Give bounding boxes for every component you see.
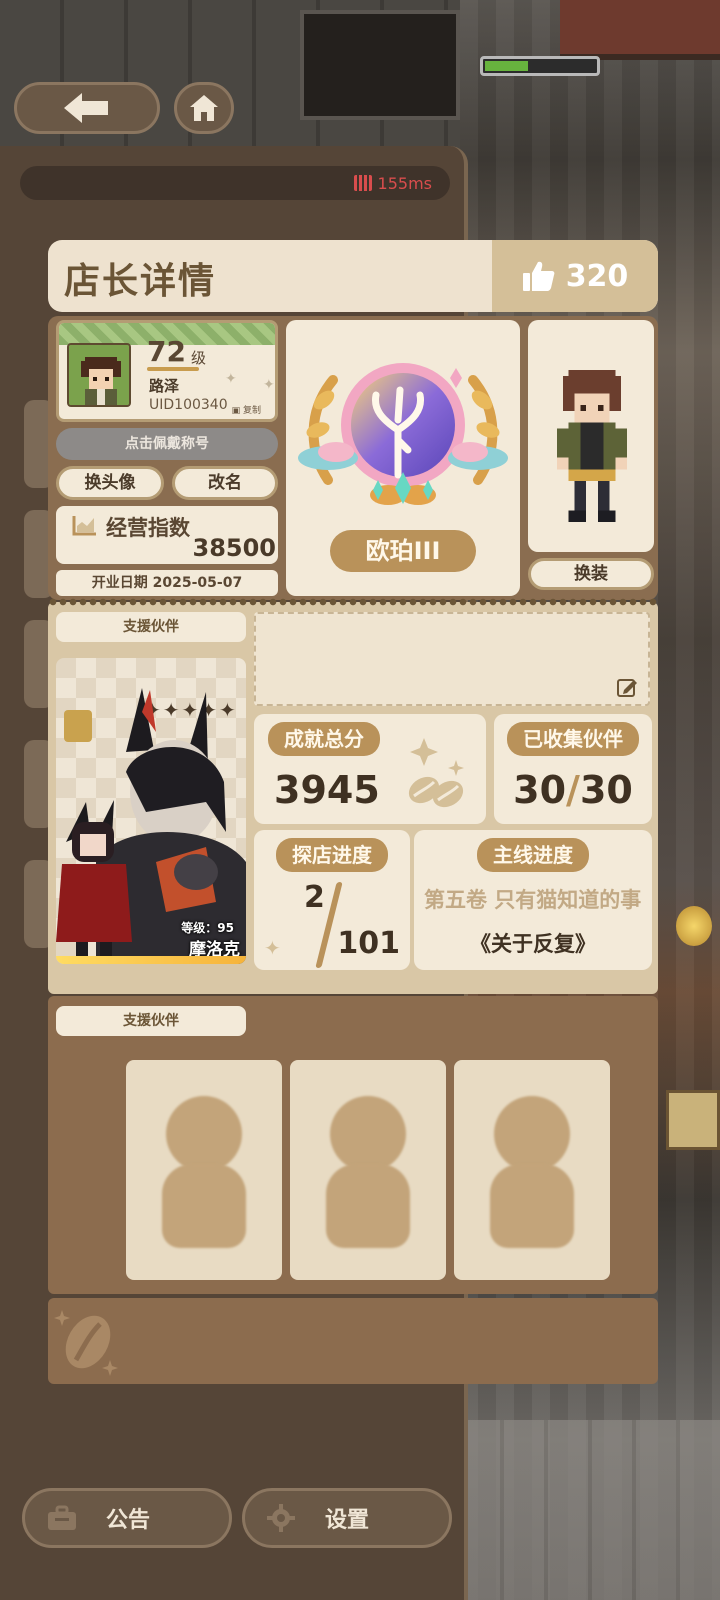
partner-level: 等级：95 <box>181 921 234 935</box>
collected-label: 已收集伙伴 <box>507 722 639 756</box>
player-level: 72 <box>147 335 186 368</box>
support-slot-empty[interactable] <box>290 1060 446 1280</box>
home-button[interactable] <box>174 82 234 134</box>
shop-owner-detail-card: 店长详情 320 72 级 路泽 UID100340 ▣ 复制 ✦ ✦ 点击佩戴… <box>48 240 658 1406</box>
support-partner-label: 支援伙伴 <box>56 1006 246 1036</box>
scene-window <box>300 10 460 120</box>
sparkle-icon: ✦ <box>263 377 275 393</box>
rename-button[interactable]: 改名 <box>172 466 278 500</box>
explore-total: 101 <box>337 926 400 961</box>
rank-badge-panel[interactable]: 欧珀III <box>286 320 520 596</box>
sparkle-icon: ✦ <box>225 371 237 387</box>
opal-rank-emblem-icon <box>298 363 508 505</box>
signal-icon <box>353 175 372 191</box>
support-partner-label: 支援伙伴 <box>56 612 246 642</box>
business-index-value: 38500 <box>192 534 277 562</box>
copy-uid-button[interactable]: ▣ 复制 <box>232 403 261 416</box>
support-slot-empty[interactable] <box>454 1060 610 1280</box>
profile-info-box: 72 级 路泽 UID100340 ▣ 复制 ✦ ✦ <box>56 320 278 422</box>
page-title: 店长详情 <box>64 261 217 302</box>
ping-text: 155ms <box>377 173 432 193</box>
profile-section: 72 级 路泽 UID100340 ▣ 复制 ✦ ✦ 点击佩戴称号 换头像 改名… <box>48 316 658 600</box>
main-story-title: 《关于反复》 <box>470 932 596 956</box>
notice-button[interactable]: 公告 <box>22 1488 232 1548</box>
player-uid: UID100340 <box>149 397 228 413</box>
main-story-label: 主线进度 <box>477 838 589 872</box>
support-slot-empty[interactable] <box>126 1060 282 1280</box>
main-story-chapter: 第五卷 只有猫知道的事 <box>424 888 642 912</box>
bottom-strip <box>48 1298 658 1384</box>
scene-lamp <box>676 906 712 946</box>
chart-icon <box>72 516 96 536</box>
scene-floor-tiles <box>460 1420 720 1600</box>
collected-partners: 已收集伙伴 30/30 <box>494 714 652 824</box>
change-outfit-button[interactable]: 换装 <box>528 558 654 590</box>
change-avatar-button[interactable]: 换头像 <box>56 466 164 500</box>
collected-total: 30 <box>579 768 633 812</box>
arrow-left-icon <box>64 93 108 123</box>
detail-header: 店长详情 320 <box>48 240 658 312</box>
explore-current: 2 <box>304 880 325 915</box>
explore-progress: 探店进度 2 101 ✦ <box>254 830 410 970</box>
coffee-bean-icon <box>54 1310 118 1376</box>
gear-icon <box>267 1504 295 1532</box>
scene-progress-bar <box>480 56 600 76</box>
home-icon <box>190 95 218 121</box>
avatar[interactable] <box>67 343 131 407</box>
settings-button[interactable]: 设置 <box>242 1488 452 1548</box>
sparkle-icon: ✦ <box>264 936 281 960</box>
back-button[interactable] <box>14 82 160 134</box>
business-index: 经营指数 38500 <box>56 506 278 564</box>
rank-badge-name: 欧珀III <box>330 530 476 572</box>
open-date: 开业日期 2025-05-07 <box>56 570 278 596</box>
edit-icon[interactable] <box>616 676 638 698</box>
like-count: 320 <box>565 258 629 294</box>
achievement-label: 成就总分 <box>268 722 380 756</box>
character-preview <box>528 320 654 552</box>
business-index-label: 经营指数 <box>106 516 190 540</box>
signature-box[interactable] <box>254 612 650 706</box>
stats-section: 支援伙伴 ✦✦✦✦✦ 等级：95 摩洛克 成就总分 3945 已收集伙伴 30/… <box>48 598 658 994</box>
support-partners-section: 支援伙伴 <box>48 996 658 1294</box>
like-button[interactable]: 320 <box>492 240 658 312</box>
support-partner-card[interactable]: ✦✦✦✦✦ 等级：95 摩洛克 <box>56 658 246 964</box>
collected-have: 30 <box>513 768 567 812</box>
scene-sign <box>666 1090 720 1150</box>
main-story-progress[interactable]: 主线进度 第五卷 只有猫知道的事 《关于反复》 <box>414 830 652 970</box>
network-status: 155ms <box>20 166 450 200</box>
coffee-beans-icon <box>408 738 464 808</box>
level-unit: 级 <box>191 349 207 367</box>
achievement-score: 成就总分 3945 <box>254 714 486 824</box>
settings-label: 设置 <box>324 1508 369 1533</box>
briefcase-icon <box>48 1505 76 1530</box>
achievement-value: 3945 <box>274 768 380 812</box>
character-sprite <box>556 370 628 522</box>
thumbs-up-icon <box>522 261 555 291</box>
scene-shelf <box>560 0 720 60</box>
player-name: 路泽 <box>149 377 180 395</box>
wear-title-button[interactable]: 点击佩戴称号 <box>56 428 278 460</box>
explore-label: 探店进度 <box>276 838 388 872</box>
notice-label: 公告 <box>105 1508 150 1533</box>
